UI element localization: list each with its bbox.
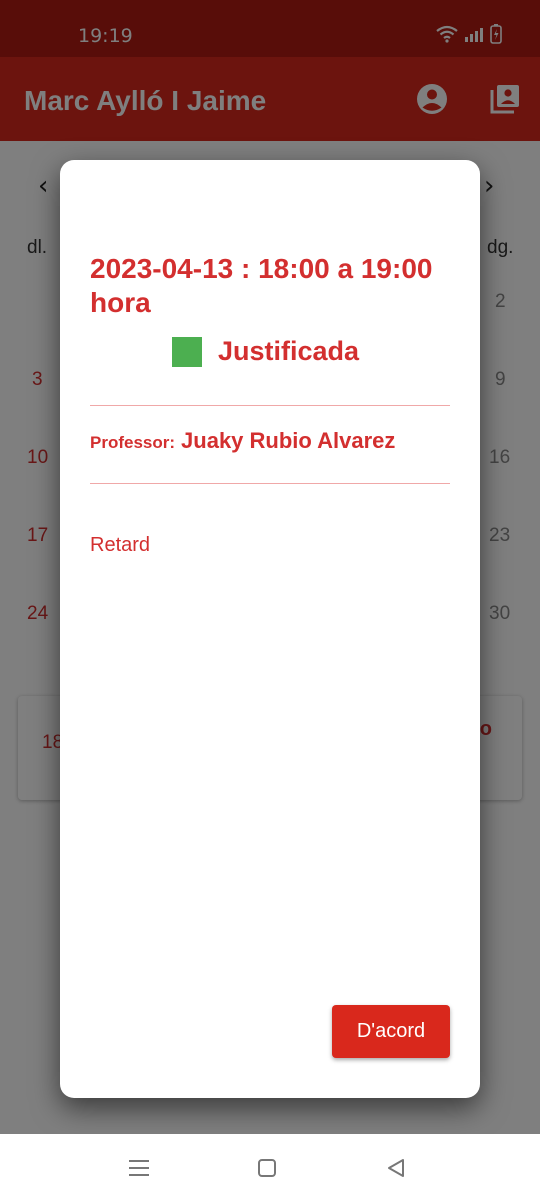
status-row: Justificada [172, 336, 359, 367]
status-color-square [172, 336, 202, 367]
system-nav-bar [0, 1134, 540, 1200]
status-label: Justificada [218, 336, 360, 366]
dialog-datetime: 2023-04-13 : 18:00 a 19:00 hora [90, 253, 433, 318]
attendance-note: Retard [90, 534, 151, 556]
professor-label: Professor: [90, 433, 176, 452]
attendance-dialog: 2023-04-13 : 18:00 a 19:00 hora Justific… [60, 160, 480, 1098]
back-icon[interactable] [382, 1154, 410, 1182]
home-icon[interactable] [253, 1154, 281, 1182]
professor-row: Professor: Juaky Rubio Alvarez [90, 428, 395, 454]
menu-icon[interactable] [125, 1154, 153, 1182]
ok-button[interactable]: D'acord [332, 1005, 450, 1058]
divider [90, 405, 450, 406]
professor-name: Juaky Rubio Alvarez [181, 428, 396, 453]
divider [90, 483, 450, 484]
